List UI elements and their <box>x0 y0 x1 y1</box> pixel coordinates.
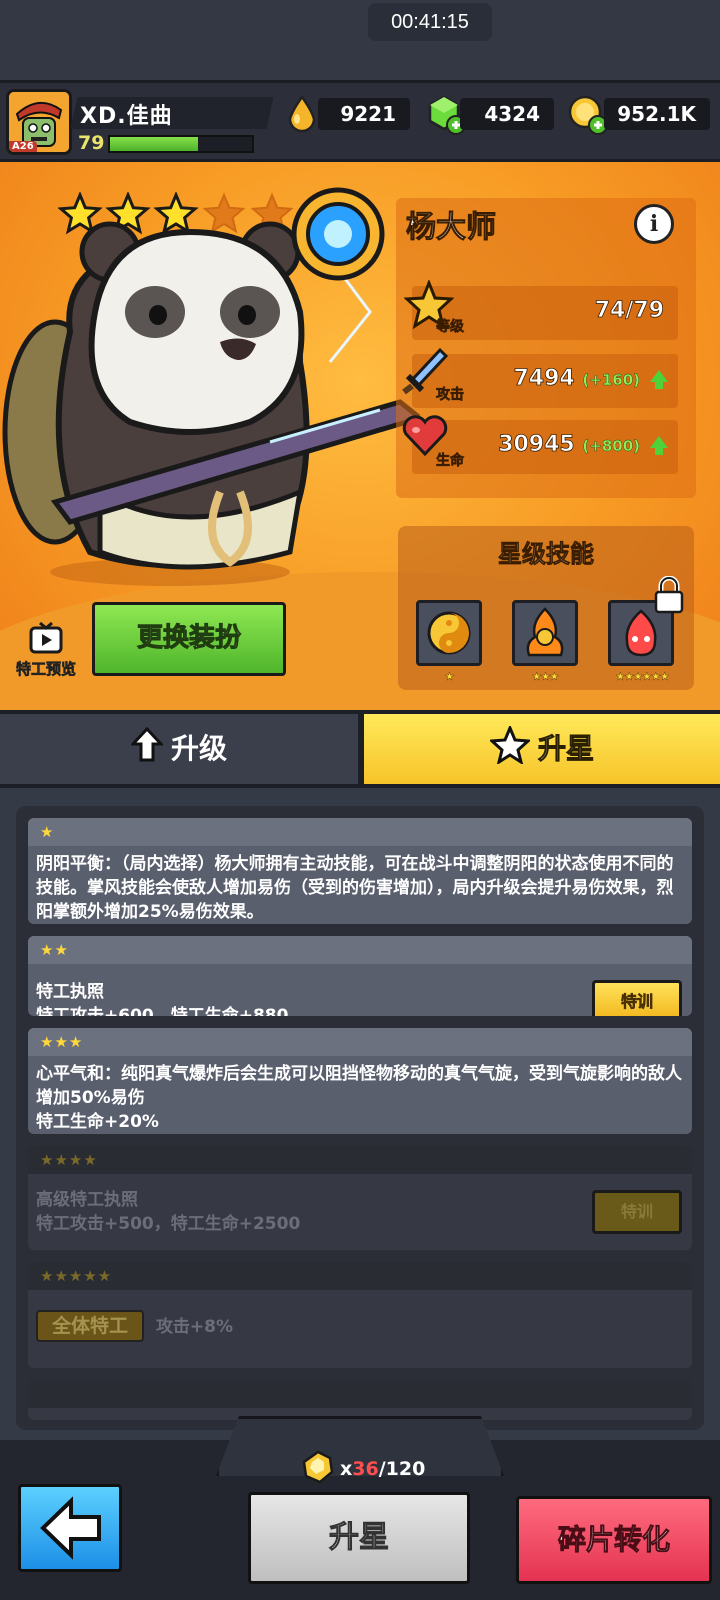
star-card-2-stars: ★★ <box>28 936 692 964</box>
star-card-3-stars: ★★★ <box>28 1028 692 1056</box>
shard-convert-button[interactable]: 碎片转化 <box>516 1496 712 1584</box>
info-button[interactable]: i <box>634 204 674 244</box>
skill-3-stars: ★★★★★★ <box>615 670 670 683</box>
stat-row-hp: 生命 30945 (+800) <box>402 415 678 474</box>
attack-bonus: (+160) <box>582 371 640 389</box>
star-card-1: ★ 阴阳平衡：（局内选择）杨大师拥有主动技能，可在战斗中调整阴阳的状态使用不同的… <box>28 818 692 924</box>
status-bar: 00:41:15 <box>0 0 720 80</box>
star-card-4-stars: ★★★★ <box>28 1146 692 1174</box>
info-icon: i <box>649 211 659 237</box>
video-preview-icon <box>29 621 63 654</box>
star-card-2-detail: 特工攻击+600，特工生命+880 <box>36 1006 289 1016</box>
hero-panel: 杨大师 i 等级 74/79 攻击 7494 (+160) 生命 30945 (… <box>0 162 720 710</box>
agent-preview-label: 特工预览 <box>15 660 77 679</box>
star-card-6-head <box>28 1380 692 1408</box>
stat-row-attack: 攻击 7494 (+160) <box>402 347 678 408</box>
skill-2-stars: ★★★ <box>531 670 560 683</box>
star-bonus-list[interactable]: ★ 阴阳平衡：（局内选择）杨大师拥有主动技能，可在战斗中调整阴阳的状态使用不同的… <box>16 806 704 1430</box>
player-level: 79 <box>78 132 105 154</box>
star-card-4-title: 高级特工执照 <box>36 1190 138 1210</box>
tab-bar: 升级 升星 <box>0 710 720 788</box>
star-card-3: ★★★ 心平气和：纯阳真气爆炸后会生成可以阻挡怪物移动的真气气旋，受到气旋影响的… <box>28 1028 692 1134</box>
timer: 00:41:15 <box>368 3 492 41</box>
shard-counter: x36/120 <box>340 1458 425 1480</box>
gold-counter: 9221 <box>318 98 410 130</box>
skill-slot-1[interactable] <box>416 600 482 666</box>
star-card-4-detail: 特工攻击+500，特工生命+2500 <box>36 1214 301 1234</box>
lock-icon <box>654 576 684 614</box>
star-card-3-detail: 特工生命+20% <box>36 1112 159 1132</box>
star-card-5-body: 全体特工 攻击+8% <box>28 1290 692 1348</box>
agent-preview-button[interactable]: 特工预览 <box>6 620 86 680</box>
star-card-6 <box>28 1380 692 1420</box>
attack-label: 攻击 <box>436 387 465 404</box>
attack-value: 7494 (+160) <box>513 366 640 392</box>
train-button-2[interactable]: 特训 <box>592 980 682 1016</box>
xp-bar <box>108 135 254 153</box>
attack-number: 7494 <box>513 366 575 392</box>
tab-star-up-label: 升星 <box>537 732 594 766</box>
star-card-3-text: 心平气和：纯阳真气爆炸后会生成可以阻挡怪物移动的真气气旋，受到气旋影响的敌人增加… <box>36 1064 682 1108</box>
star-card-5-stars: ★★★★★ <box>28 1262 692 1290</box>
star-icon <box>488 724 532 766</box>
star-card-1-stars: ★ <box>28 818 692 846</box>
gem-counter: 4324 <box>460 98 554 130</box>
hero-name: 杨大师 <box>406 210 497 246</box>
top-bar: A26 XD.佳曲 79 9221 4324 952.1K <box>0 80 720 162</box>
stat-row-level: 等级 74/79 <box>404 280 678 340</box>
star-skills-title: 星级技能 <box>498 540 595 569</box>
bottom-bar: x36/120 升星 碎片转化 <box>0 1416 720 1600</box>
coin-counter: 952.1K <box>604 98 710 130</box>
level-label: 等级 <box>436 319 465 336</box>
train-button-4[interactable]: 特训 <box>592 1190 682 1234</box>
star-card-4: ★★★★ 高级特工执照 特工攻击+500，特工生命+2500 特训 <box>28 1146 692 1250</box>
skill-slot-2[interactable] <box>512 600 578 666</box>
all-agents-tag: 全体特工 <box>36 1310 145 1342</box>
change-outfit-button[interactable]: 更换装扮 <box>92 602 286 676</box>
player-name: XD.佳曲 <box>80 104 173 129</box>
yin-yang-icon <box>427 611 471 655</box>
player-avatar[interactable]: A26 <box>6 89 72 155</box>
star-card-3-body: 心平气和：纯阳真气爆炸后会生成可以阻挡怪物移动的真气气旋，受到气旋影响的敌人增加… <box>28 1056 692 1134</box>
shard-icon <box>302 1450 334 1484</box>
attack-up-arrow-icon <box>650 370 668 389</box>
up-arrow-icon <box>129 726 165 762</box>
star-card-5: ★★★★★ 全体特工 攻击+8% <box>28 1262 692 1368</box>
shard-total: /120 <box>378 1458 426 1480</box>
hp-up-arrow-icon <box>650 436 668 455</box>
star-card-5-text: 攻击+8% <box>155 1317 234 1337</box>
star-card-2-title: 特工执照 <box>36 982 104 1002</box>
hp-number: 30945 <box>498 432 575 458</box>
hp-bonus: (+800) <box>582 437 640 455</box>
avatar-tag: A26 <box>9 141 37 152</box>
hp-value: 30945 (+800) <box>498 432 640 458</box>
flame-buddha-icon <box>526 607 564 657</box>
star-up-button[interactable]: 升星 <box>248 1492 470 1584</box>
back-button[interactable] <box>18 1484 122 1572</box>
tab-star-up[interactable]: 升星 <box>364 714 720 784</box>
star-card-2: ★★ 特工执照 特工攻击+600，特工生命+880 特训 <box>28 936 692 1016</box>
level-value: 74/79 <box>594 298 664 324</box>
hp-label: 生命 <box>436 453 465 470</box>
xp-bar-fill <box>110 137 199 151</box>
skill-1-stars: ★ <box>444 670 454 683</box>
star-card-1-text: 阴阳平衡：（局内选择）杨大师拥有主动技能，可在战斗中调整阴阳的状态使用不同的技能… <box>36 854 674 922</box>
tab-upgrade[interactable]: 升级 <box>0 714 358 784</box>
shard-current: 36 <box>352 1458 379 1480</box>
shard-prefix: x <box>340 1458 353 1480</box>
tab-upgrade-label: 升级 <box>170 732 227 765</box>
panda-hero-illustration <box>2 187 420 586</box>
arrow-left-icon <box>40 1496 101 1560</box>
